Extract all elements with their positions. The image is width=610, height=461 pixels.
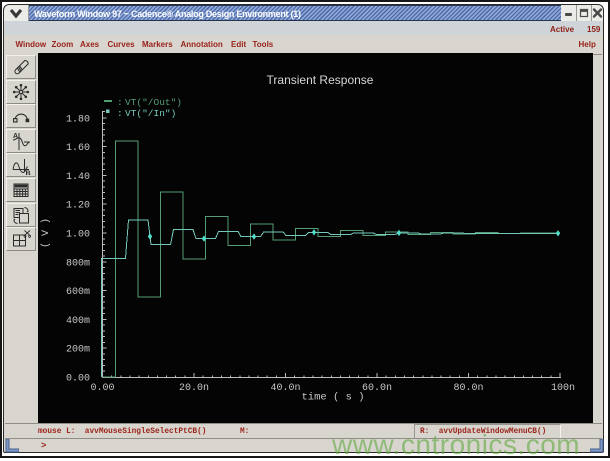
svg-text:1.00: 1.00 bbox=[66, 230, 90, 241]
svg-text:100n: 100n bbox=[551, 383, 575, 394]
svg-text:1.60: 1.60 bbox=[66, 143, 90, 154]
svg-text:80.0n: 80.0n bbox=[453, 383, 483, 394]
svg-text::: : bbox=[117, 97, 123, 108]
svg-text:600m: 600m bbox=[66, 287, 90, 298]
svg-text:60.0n: 60.0n bbox=[362, 383, 392, 394]
svg-text:A: A bbox=[13, 133, 18, 140]
svg-text:400m: 400m bbox=[66, 316, 90, 327]
svg-text:time ( s ): time ( s ) bbox=[301, 392, 364, 404]
svg-text::: : bbox=[117, 108, 123, 119]
svg-text:VT("/In"): VT("/In") bbox=[125, 108, 176, 119]
svg-text:( V ): ( V ) bbox=[40, 218, 52, 248]
svg-text:B: B bbox=[26, 171, 31, 176]
svg-text:40.0n: 40.0n bbox=[270, 383, 300, 394]
svg-text:20.0n: 20.0n bbox=[179, 383, 209, 394]
svg-text:1.20: 1.20 bbox=[66, 201, 90, 212]
svg-text:VT("/Out"): VT("/Out") bbox=[125, 97, 182, 108]
svg-text:0.00: 0.00 bbox=[66, 374, 90, 385]
svg-text:0.00: 0.00 bbox=[90, 383, 114, 394]
svg-text:1.80: 1.80 bbox=[66, 114, 90, 125]
svg-text:1.40: 1.40 bbox=[66, 172, 90, 183]
svg-text:Transient Response: Transient Response bbox=[267, 73, 374, 87]
svg-text:200m: 200m bbox=[66, 345, 90, 356]
svg-text:800m: 800m bbox=[66, 258, 90, 269]
